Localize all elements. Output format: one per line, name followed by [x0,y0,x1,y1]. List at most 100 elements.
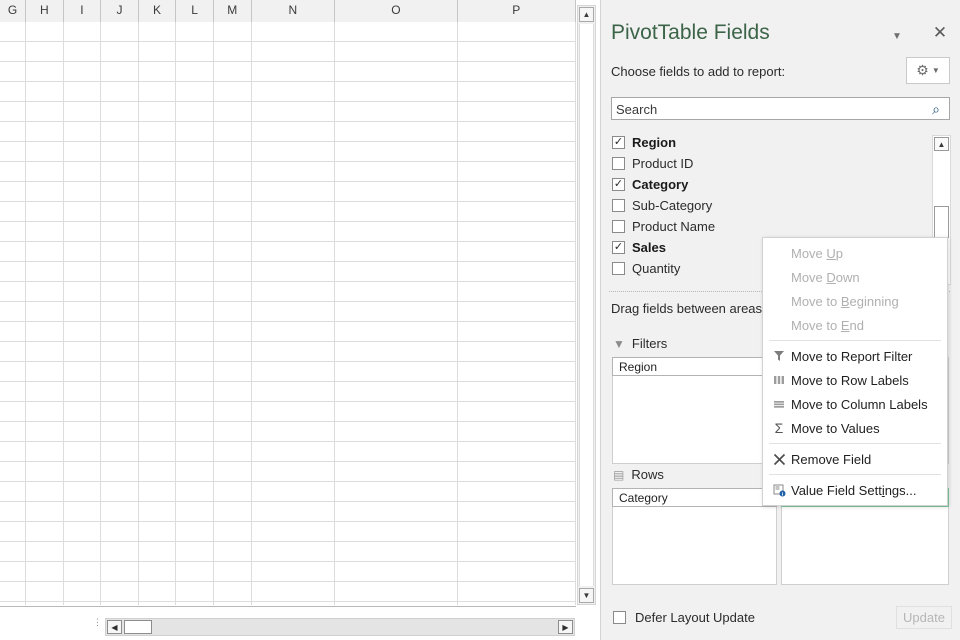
grid-cell[interactable] [335,602,458,605]
grid-cell[interactable] [457,502,576,522]
grid-cell[interactable] [335,22,458,42]
grid-cell[interactable] [213,202,252,222]
area-box-rows[interactable]: Category ▼ [612,488,777,585]
grid-row[interactable] [0,482,576,502]
grid-cell[interactable] [0,462,27,482]
grid-cell[interactable] [26,442,64,462]
grid-cell[interactable] [138,522,177,542]
grid-cell[interactable] [335,542,458,562]
grid-cell[interactable] [101,322,139,342]
grid-cell[interactable] [213,562,252,582]
grid-cell[interactable] [63,322,102,342]
grid-cell[interactable] [101,182,139,202]
field-checkbox[interactable]: ✓ [612,241,625,254]
horizontal-scroll-thumb[interactable] [124,620,152,634]
grid-cell[interactable] [176,22,214,42]
grid-cell[interactable] [335,522,458,542]
grid-cell[interactable] [101,582,139,602]
grid-cell[interactable] [101,62,139,82]
grid-cell[interactable] [26,222,64,242]
grid-cell[interactable] [457,42,576,62]
grid-cell[interactable] [63,202,102,222]
grid-row[interactable] [0,382,576,402]
grid-cell[interactable] [26,122,64,142]
spreadsheet-grid[interactable] [0,22,576,605]
grid-cell[interactable] [213,62,252,82]
grid-cell[interactable] [457,442,576,462]
grid-cell[interactable] [101,442,139,462]
grid-cell[interactable] [213,102,252,122]
grid-cell[interactable] [457,362,576,382]
grid-cell[interactable] [0,122,27,142]
field-list-item[interactable]: ✓ Category [607,174,950,195]
menu-item[interactable]: Move to Report Filter [763,344,947,368]
grid-cell[interactable] [101,362,139,382]
area-box-filters[interactable]: Region ▼ [612,357,777,464]
grid-cell[interactable] [251,582,336,602]
grid-cell[interactable] [138,402,177,422]
grid-cell[interactable] [101,222,139,242]
grid-cell[interactable] [213,422,252,442]
field-list-tools-button[interactable]: ⚙ ▼ [906,57,950,84]
grid-cell[interactable] [0,342,27,362]
grid-cell[interactable] [101,202,139,222]
grid-cell[interactable] [101,142,139,162]
grid-cell[interactable] [176,442,214,462]
grid-cell[interactable] [251,482,336,502]
grid-cell[interactable] [176,562,214,582]
grid-cell[interactable] [26,162,64,182]
grid-cell[interactable] [213,82,252,102]
grid-cell[interactable] [176,522,214,542]
grid-cell[interactable] [335,122,458,142]
grid-cell[interactable] [213,122,252,142]
grid-cell[interactable] [176,222,214,242]
grid-cell[interactable] [26,282,64,302]
grid-cell[interactable] [176,182,214,202]
grid-cell[interactable] [335,222,458,242]
grid-cell[interactable] [251,302,336,322]
grid-cell[interactable] [101,482,139,502]
grid-cell[interactable] [63,162,102,182]
grid-cell[interactable] [63,482,102,502]
grid-cell[interactable] [457,282,576,302]
grid-cell[interactable] [251,122,336,142]
field-list-item[interactable]: Product ID [607,153,950,174]
menu-item[interactable]: Remove Field [763,447,947,471]
grid-cell[interactable] [457,62,576,82]
defer-layout-update-row[interactable]: Defer Layout Update [613,610,755,625]
grid-cell[interactable] [138,242,177,262]
chevron-down-icon[interactable]: ▼ [886,26,908,46]
grid-cell[interactable] [176,262,214,282]
grid-cell[interactable] [0,62,27,82]
grid-cell[interactable] [457,522,576,542]
grid-cell[interactable] [101,382,139,402]
sheet-horizontal-scrollbar[interactable]: ◀ ▶ [105,618,575,636]
grid-cell[interactable] [101,282,139,302]
grid-cell[interactable] [138,302,177,322]
grid-cell[interactable] [101,602,139,605]
grid-cell[interactable] [63,582,102,602]
grid-cell[interactable] [213,542,252,562]
grid-cell[interactable] [457,402,576,422]
grid-row[interactable] [0,142,576,162]
grid-cell[interactable] [213,222,252,242]
grid-cell[interactable] [251,342,336,362]
grid-cell[interactable] [26,582,64,602]
grid-cell[interactable] [213,322,252,342]
grid-cell[interactable] [0,402,27,422]
grid-cell[interactable] [213,582,252,602]
sheet-vertical-scrollbar[interactable]: ▲ ▼ [577,5,596,605]
grid-cell[interactable] [251,142,336,162]
grid-cell[interactable] [101,562,139,582]
grid-cell[interactable] [101,342,139,362]
grid-cell[interactable] [26,82,64,102]
grid-cell[interactable] [335,462,458,482]
grid-cell[interactable] [26,42,64,62]
grid-row[interactable] [0,542,576,562]
grid-cell[interactable] [63,502,102,522]
column-header-I[interactable]: I [63,0,102,22]
grid-cell[interactable] [457,262,576,282]
grid-cell[interactable] [213,342,252,362]
grid-cell[interactable] [176,362,214,382]
grid-cell[interactable] [457,322,576,342]
